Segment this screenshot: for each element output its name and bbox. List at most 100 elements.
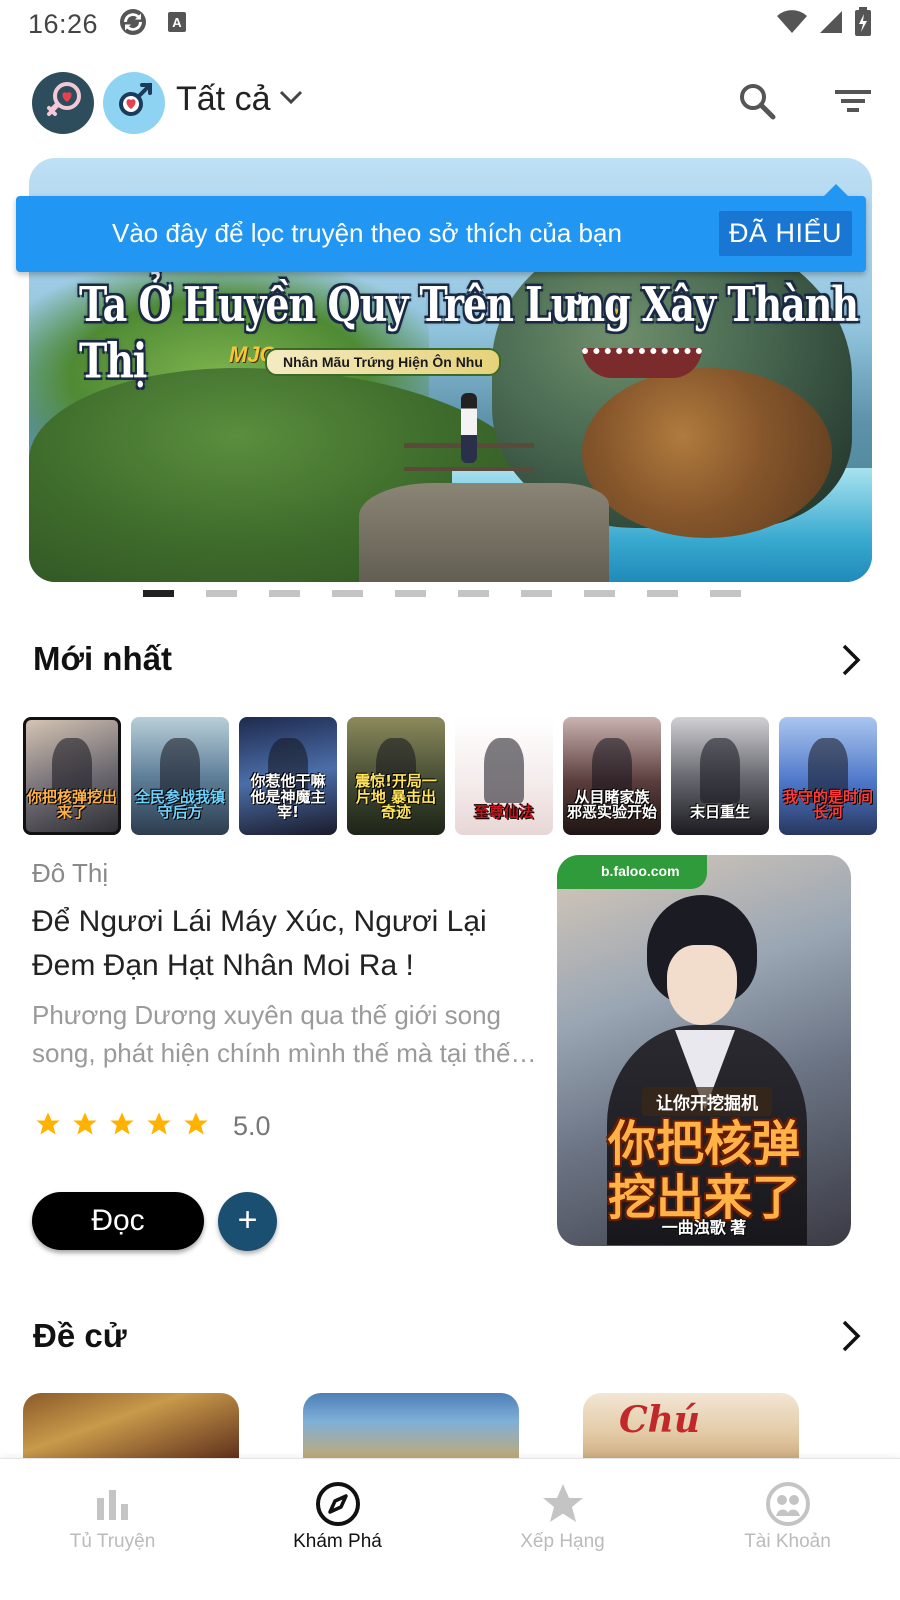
- banner-page-dot[interactable]: [584, 590, 615, 597]
- featured-rating: 5.0: [34, 1110, 271, 1143]
- banner-page-dot[interactable]: [458, 590, 489, 597]
- recommended-see-all-button[interactable]: [836, 1318, 866, 1358]
- add-to-library-button[interactable]: +: [218, 1192, 277, 1251]
- book-thumbnail[interactable]: 从目睹家族 邪恶实验开始: [563, 717, 661, 835]
- sort-filter-button[interactable]: [830, 80, 876, 126]
- book-thumbnail[interactable]: 全民参战我镇守后方: [131, 717, 229, 835]
- latest-section-title: Mới nhất: [33, 640, 172, 677]
- filter-list-icon: [834, 86, 872, 121]
- thumbnail-figure: [700, 738, 740, 804]
- cover-subtitle: 让你开挖掘机: [642, 1087, 772, 1116]
- banner-page-dot[interactable]: [710, 590, 741, 597]
- star-icon: [145, 1110, 173, 1143]
- cover-character-face: [667, 945, 737, 1025]
- thumbnail-cover-title: 震惊!开局一片地 暴击出奇迹: [355, 771, 437, 822]
- star-icon: [34, 1110, 62, 1143]
- thumbnail-cover-title: 从目睹家族 邪恶实验开始: [567, 787, 658, 822]
- nav-label-ranking: Xếp Hạng: [520, 1531, 605, 1552]
- featured-genre: Đô Thị: [32, 858, 109, 888]
- tooltip-dismiss-button[interactable]: ĐÃ HIỂU: [718, 211, 852, 256]
- read-button[interactable]: Đọc: [32, 1192, 204, 1250]
- bottom-navigation: Tủ Truyện Khám Phá Xếp Hạng Tài Khoản: [0, 1458, 900, 1600]
- female-filter-button[interactable]: [32, 72, 94, 134]
- category-dropdown-label: Tất cả: [176, 80, 271, 118]
- latest-thumbnail-row: 你把核弹挖出来了 全民参战我镇守后方 你惹他干嘛 他是神魔主宰! 震惊!开局一片地 暴…: [23, 717, 877, 835]
- recommended-book-card[interactable]: Chú: [583, 1393, 799, 1463]
- cover-site-badge: b.faloo.com: [557, 855, 707, 889]
- top-app-bar: Tất cả: [0, 70, 900, 136]
- nav-label-library: Tủ Truyện: [69, 1531, 156, 1552]
- nav-item-library[interactable]: Tủ Truyện: [0, 1459, 225, 1600]
- featured-description-text: Phương Dương xuyên qua thế giới song son…: [32, 1000, 511, 1068]
- banner-character: [461, 393, 477, 463]
- thumbnail-cover-title: 你把核弹挖出来了: [27, 787, 118, 822]
- book-thumbnail[interactable]: 你把核弹挖出来了: [23, 717, 121, 835]
- account-icon: [763, 1479, 813, 1529]
- banner-page-dot[interactable]: [206, 590, 237, 597]
- banner-page-dot[interactable]: [521, 590, 552, 597]
- category-dropdown[interactable]: Tất cả: [176, 80, 304, 119]
- book-thumbnail[interactable]: 你惹他干嘛 他是神魔主宰!: [239, 717, 337, 835]
- latest-see-all-button[interactable]: [836, 642, 866, 682]
- cover-title: 你把核弹 挖出来了: [567, 1117, 841, 1225]
- banner-turtle-shell: [582, 368, 832, 538]
- banner-page-dot[interactable]: [332, 590, 363, 597]
- featured-book-description: Phương Dương xuyên qua thế giới song son…: [32, 996, 542, 1072]
- star-icon: [108, 1110, 136, 1143]
- banner-page-dot[interactable]: [395, 590, 426, 597]
- book-thumbnail[interactable]: 震惊!开局一片地 暴击出奇迹: [347, 717, 445, 835]
- thumbnail-cover-title: 我守的是时间长河: [783, 787, 874, 822]
- nav-label-account: Tài Khoản: [744, 1531, 831, 1552]
- cover-title-line1: 你把核弹: [607, 1116, 800, 1172]
- status-bar: 16:26 A: [0, 0, 900, 48]
- banner-author-tag: Nhân Mãu Trứng Hiện Ôn Nhu: [265, 348, 501, 376]
- cover-author: 一曲浊歌 著: [661, 1220, 747, 1237]
- sync-icon: [118, 7, 148, 42]
- nav-item-ranking[interactable]: Xếp Hạng: [450, 1459, 675, 1600]
- banner-page-dot[interactable]: [269, 590, 300, 597]
- nav-label-explore: Khám Phá: [293, 1531, 382, 1552]
- recommended-row: Chú: [23, 1393, 799, 1463]
- tooltip-arrow: [824, 184, 848, 196]
- male-symbol-icon: [112, 79, 156, 128]
- featured-book-cover[interactable]: b.faloo.com 让你开挖掘机 你把核弹 挖出来了 一曲浊歌 著: [557, 855, 851, 1246]
- male-filter-button[interactable]: [103, 72, 165, 134]
- banner-page-dot[interactable]: [143, 590, 174, 597]
- bar-chart-icon: [88, 1479, 138, 1529]
- thumbnail-cover-title: 你惹他干嘛 他是神魔主宰!: [250, 771, 326, 822]
- recommended-book-card[interactable]: [23, 1393, 239, 1463]
- cell-signal-icon: [818, 9, 844, 40]
- thumbnail-cover-title: 至尊仙法: [473, 803, 534, 822]
- status-time: 16:26: [28, 8, 99, 39]
- chevron-right-icon: [841, 1319, 861, 1358]
- nav-item-explore[interactable]: Khám Phá: [225, 1459, 450, 1600]
- search-button[interactable]: [734, 80, 780, 126]
- recommended-book-card[interactable]: [303, 1393, 519, 1463]
- search-icon: [737, 81, 777, 126]
- tooltip-message: Vào đây để lọc truyện theo sở thích của …: [112, 218, 622, 248]
- svg-text:A: A: [172, 15, 182, 30]
- recommended-section-title: Đề cử: [33, 1317, 127, 1354]
- nav-item-account[interactable]: Tài Khoản: [675, 1459, 900, 1600]
- wifi-icon: [776, 9, 808, 40]
- featured-book-title[interactable]: Để Ngươi Lái Máy Xúc, Ngươi Lại Đem Đạn …: [32, 900, 542, 988]
- rating-value: 5.0: [233, 1111, 271, 1141]
- book-thumbnail[interactable]: 至尊仙法: [455, 717, 553, 835]
- star-icon: [182, 1110, 210, 1143]
- banner-page-dot[interactable]: [647, 590, 678, 597]
- female-symbol-icon: [41, 79, 85, 128]
- battery-icon: [854, 6, 872, 42]
- thumbnail-cover-title: 全民参战我镇守后方: [135, 787, 226, 822]
- text-notification-icon: A: [166, 10, 188, 39]
- recommended-cover-text: Chú: [619, 1399, 700, 1441]
- book-thumbnail[interactable]: 我守的是时间长河: [779, 717, 877, 835]
- filter-hint-tooltip: Vào đây để lọc truyện theo sở thích của …: [16, 184, 866, 272]
- book-thumbnail[interactable]: 末日重生: [671, 717, 769, 835]
- thumbnail-figure: [484, 738, 524, 804]
- compass-icon: [313, 1479, 363, 1529]
- star-icon: [538, 1479, 588, 1529]
- star-icon: [71, 1110, 99, 1143]
- banner-page-indicator: [143, 590, 741, 597]
- banner-cliff: [359, 483, 609, 582]
- thumbnail-cover-title: 末日重生: [689, 803, 750, 822]
